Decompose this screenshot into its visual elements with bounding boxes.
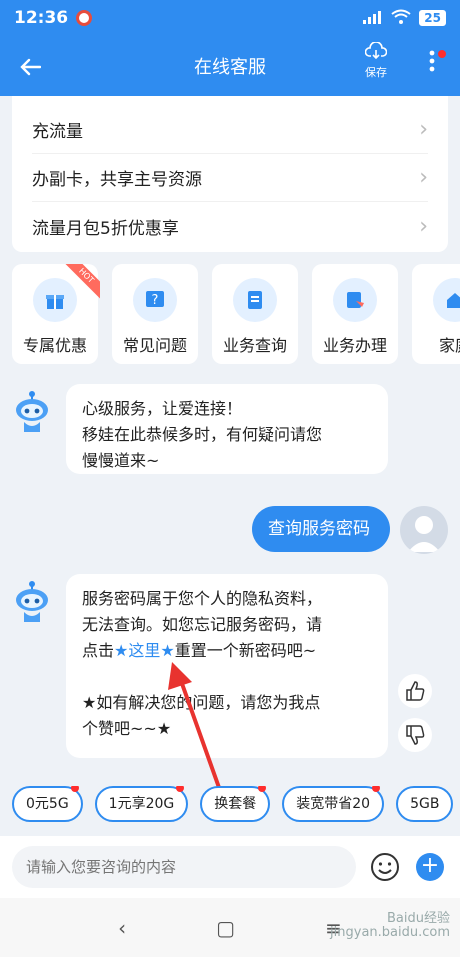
thumbs-up-icon[interactable] (398, 674, 432, 708)
quick-item-secondary-card[interactable]: 办副卡，共享主号资源 › (32, 154, 428, 202)
service-handling[interactable]: 业务办理 (312, 264, 398, 364)
bot-message: 服务密码属于您个人的隐私资料， 无法查询。如您忘记服务密码，请 点击★这里★重置… (66, 574, 388, 758)
question-icon: ? (133, 278, 177, 322)
save-button[interactable]: 保存 (356, 41, 396, 80)
chevron-right-icon: › (419, 117, 428, 142)
message-input[interactable] (12, 846, 356, 888)
input-bar: + (0, 836, 460, 898)
service-shortcuts: HOT 专属优惠 ? 常见问题 业务查询 业务办理 家庭 (12, 264, 460, 364)
home-icon[interactable]: ▢ (216, 916, 235, 940)
service-faq[interactable]: ? 常见问题 (112, 264, 198, 364)
quick-item-label: 充流量 (32, 122, 83, 142)
bot-avatar (12, 388, 52, 432)
notification-dot (372, 786, 381, 792)
watermark-line: jingyan.baidu.com (330, 925, 450, 940)
signal-icon (363, 10, 383, 27)
service-label: 业务查询 (222, 336, 287, 355)
message-line: 点击★这里★重置一个新密码吧~ (82, 641, 317, 660)
user-avatar (400, 506, 448, 554)
message-line: 慢慢道来~ (82, 451, 160, 470)
chip-broadband[interactable]: 装宽带省20 (282, 786, 385, 822)
message-line: 移娃在此恭候多时，有何疑问请您 (82, 425, 323, 444)
service-label: 专属优惠 (22, 336, 87, 355)
suggestion-chips: 0元5G 1元享20G 换套餐 装宽带省20 5GB (12, 786, 460, 826)
home-icon (433, 278, 460, 322)
emoji-icon[interactable] (370, 852, 400, 882)
watermark: Baidu经验 jingyan.baidu.com (330, 912, 450, 940)
service-label: 业务办理 (322, 336, 387, 355)
notification-dot (438, 50, 446, 58)
hot-badge: HOT (64, 264, 100, 300)
chip-5gb[interactable]: 5GB (396, 786, 454, 822)
svg-text:?: ? (152, 293, 159, 308)
thumbs-down-icon[interactable] (398, 718, 432, 752)
message-line: 心级服务，让爱连接！ (82, 399, 243, 418)
bot-message: 心级服务，让爱连接！ 移娃在此恭候多时，有何疑问请您 慢慢道来~ (66, 384, 388, 474)
app-header: 12:36 25 在线客服 保存 (0, 0, 460, 96)
service-exclusive-offers[interactable]: HOT 专属优惠 (12, 264, 100, 364)
message-line: 服务密码属于您个人的隐私资料， (82, 589, 323, 608)
chip-0yuan-5g[interactable]: 0元5G (12, 786, 83, 822)
status-time: 12:36 (14, 8, 69, 28)
quick-item-data-package[interactable]: 流量月包5折优惠享 › (32, 202, 428, 250)
nav-bar: 在线客服 保存 (0, 36, 460, 96)
add-icon[interactable]: + (416, 853, 444, 881)
service-inquiry[interactable]: 业务查询 (212, 264, 298, 364)
document-icon (233, 278, 277, 322)
service-label: 常见问题 (122, 336, 187, 355)
quick-link-list: 充流量 › 办副卡，共享主号资源 › 流量月包5折优惠享 › (12, 96, 448, 252)
notification-dot (70, 786, 79, 792)
back-arrow-icon[interactable] (0, 50, 60, 83)
wifi-icon (391, 9, 411, 28)
chip-1yuan-20g[interactable]: 1元享20G (94, 786, 189, 822)
reset-password-link[interactable]: 这里 (128, 641, 160, 660)
status-icons: 25 (363, 9, 446, 28)
message-line: 无法查询。如您忘记服务密码，请 (82, 615, 323, 634)
chevron-right-icon: › (419, 165, 428, 190)
service-home[interactable]: 家庭 (412, 264, 460, 364)
notification-dot (258, 786, 267, 792)
quick-item-label: 流量月包5折优惠享 (32, 218, 179, 239)
cloud-download-icon (356, 41, 396, 64)
watermark-line: Baidu经验 (387, 911, 450, 926)
message-line: ★如有解决您的问题，请您为我点 (82, 693, 321, 712)
chevron-right-icon: › (419, 213, 428, 239)
service-label: 家庭 (438, 336, 460, 355)
notification-dot (176, 786, 185, 792)
save-label: 保存 (365, 66, 387, 79)
star-icon: ★ (160, 641, 175, 660)
chip-change-plan[interactable]: 换套餐 (200, 786, 271, 822)
star-icon: ★ (114, 641, 129, 660)
quick-item-recharge-data[interactable]: 充流量 › (32, 106, 428, 154)
status-bar: 12:36 25 (0, 0, 460, 36)
quick-item-label: 办副卡，共享主号资源 (32, 170, 202, 190)
more-menu-icon[interactable] (418, 44, 446, 84)
message-line: 个赞吧~~★ (82, 719, 172, 738)
back-icon[interactable]: ‹ (118, 916, 126, 940)
user-message: 查询服务密码 (252, 506, 390, 552)
bot-avatar (12, 578, 52, 622)
app-notification-icon (76, 10, 93, 26)
handle-icon (333, 278, 377, 322)
battery-icon: 25 (419, 10, 446, 26)
